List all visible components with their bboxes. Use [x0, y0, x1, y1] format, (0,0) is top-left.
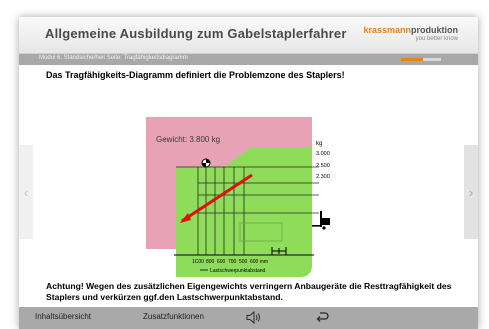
x-tick-label: 600 mm [250, 259, 268, 265]
weight-label: Gewicht: 3.800 kg [156, 135, 220, 144]
x-tick-label: 700 [228, 259, 237, 265]
previous-page-button[interactable]: ‹ [19, 145, 33, 239]
page-heading: Das Tragfähigkeits-Diagramm definiert di… [46, 70, 345, 80]
progress-bar [401, 58, 441, 61]
progress-bar-fill [401, 58, 423, 61]
title-bar: Allgemeine Ausbildung zum Gabelstaplerfa… [19, 17, 478, 54]
x-tick-label: 500 [239, 259, 248, 265]
x-tick-label: 1C00 [192, 259, 204, 265]
breadcrumb-bar: Modul 6: Standsicherheit Seite: Tragfähi… [19, 54, 478, 65]
y-tick-label: 3.000 [316, 151, 330, 157]
overview-button[interactable]: Inhaltsübersicht [35, 312, 91, 321]
next-page-button[interactable]: › [464, 145, 478, 239]
course-window: Allgemeine Ausbildung zum Gabelstaplerfa… [19, 17, 478, 329]
unit-label: kg [316, 141, 322, 147]
brand-logo: krassmannproduktion you better know [363, 26, 458, 44]
y-tick-label: 2.500 [316, 163, 330, 169]
extras-button[interactable]: Zusatzfunktionen [143, 312, 204, 321]
brand-name-accent: krassmann [363, 25, 411, 35]
warning-text: Achtung! Wegen des zusätzlichen Eigengew… [46, 281, 452, 302]
bottom-toolbar: Inhaltsübersicht Zusatzfunktionen [19, 307, 478, 329]
brand-tagline: you better know [415, 36, 458, 42]
x-axis-label: Lastschwerpunktabstand [210, 268, 266, 274]
brand-name-rest: produktion [411, 25, 458, 35]
breadcrumb: Modul 6: Standsicherheit Seite: Tragfähi… [39, 55, 188, 61]
return-icon[interactable] [316, 311, 329, 327]
speaker-icon[interactable] [246, 310, 262, 327]
chevron-left-icon: ‹ [23, 184, 29, 200]
x-tick-label: 800 [206, 259, 215, 265]
chevron-right-icon: › [468, 184, 474, 200]
load-capacity-diagram: Gewicht: 3.800 kg kg 3.000 2.500 2.300 1… [144, 115, 334, 277]
y-tick-label: 2.300 [316, 174, 330, 180]
x-tick-label: 600 [217, 259, 226, 265]
course-title: Allgemeine Ausbildung zum Gabelstaplerfa… [45, 26, 347, 41]
